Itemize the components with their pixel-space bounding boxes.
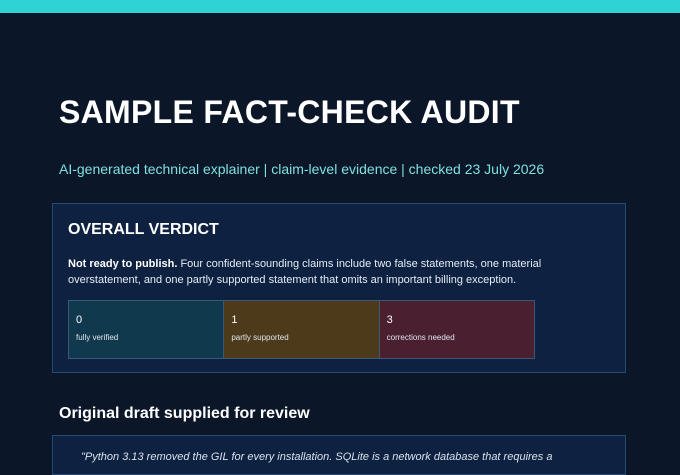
top-accent-bar: [0, 0, 680, 13]
draft-excerpt: "Python 3.13 removed the GIL for every i…: [81, 451, 553, 463]
verdict-heading: OVERALL VERDICT: [68, 221, 219, 238]
stat-value: 0: [76, 314, 83, 326]
stat-label: partly supported: [231, 333, 289, 342]
verdict-lead: Not ready to publish.: [68, 258, 178, 270]
verdict-card: OVERALL VERDICT Not ready to publish. Fo…: [52, 203, 626, 373]
stat-label: corrections needed: [386, 333, 455, 342]
stat-label: fully verified: [76, 333, 119, 342]
stat-partly-supported: 1 partly supported: [224, 300, 380, 359]
stat-value: 1: [231, 314, 238, 326]
stat-corrections-needed: 3 corrections needed: [379, 300, 535, 359]
verdict-summary: Not ready to publish. Four confident-sou…: [68, 256, 588, 288]
stat-value: 3: [386, 314, 393, 326]
page-subtitle: AI-generated technical explainer | claim…: [59, 161, 545, 177]
draft-quote-card: "Python 3.13 removed the GIL for every i…: [52, 435, 626, 475]
stat-fully-verified: 0 fully verified: [68, 300, 225, 359]
page-title: SAMPLE FACT-CHECK AUDIT: [59, 94, 520, 130]
draft-section-heading: Original draft supplied for review: [59, 405, 310, 422]
verdict-stats: 0 fully verified 1 partly supported 3 co…: [68, 300, 535, 359]
